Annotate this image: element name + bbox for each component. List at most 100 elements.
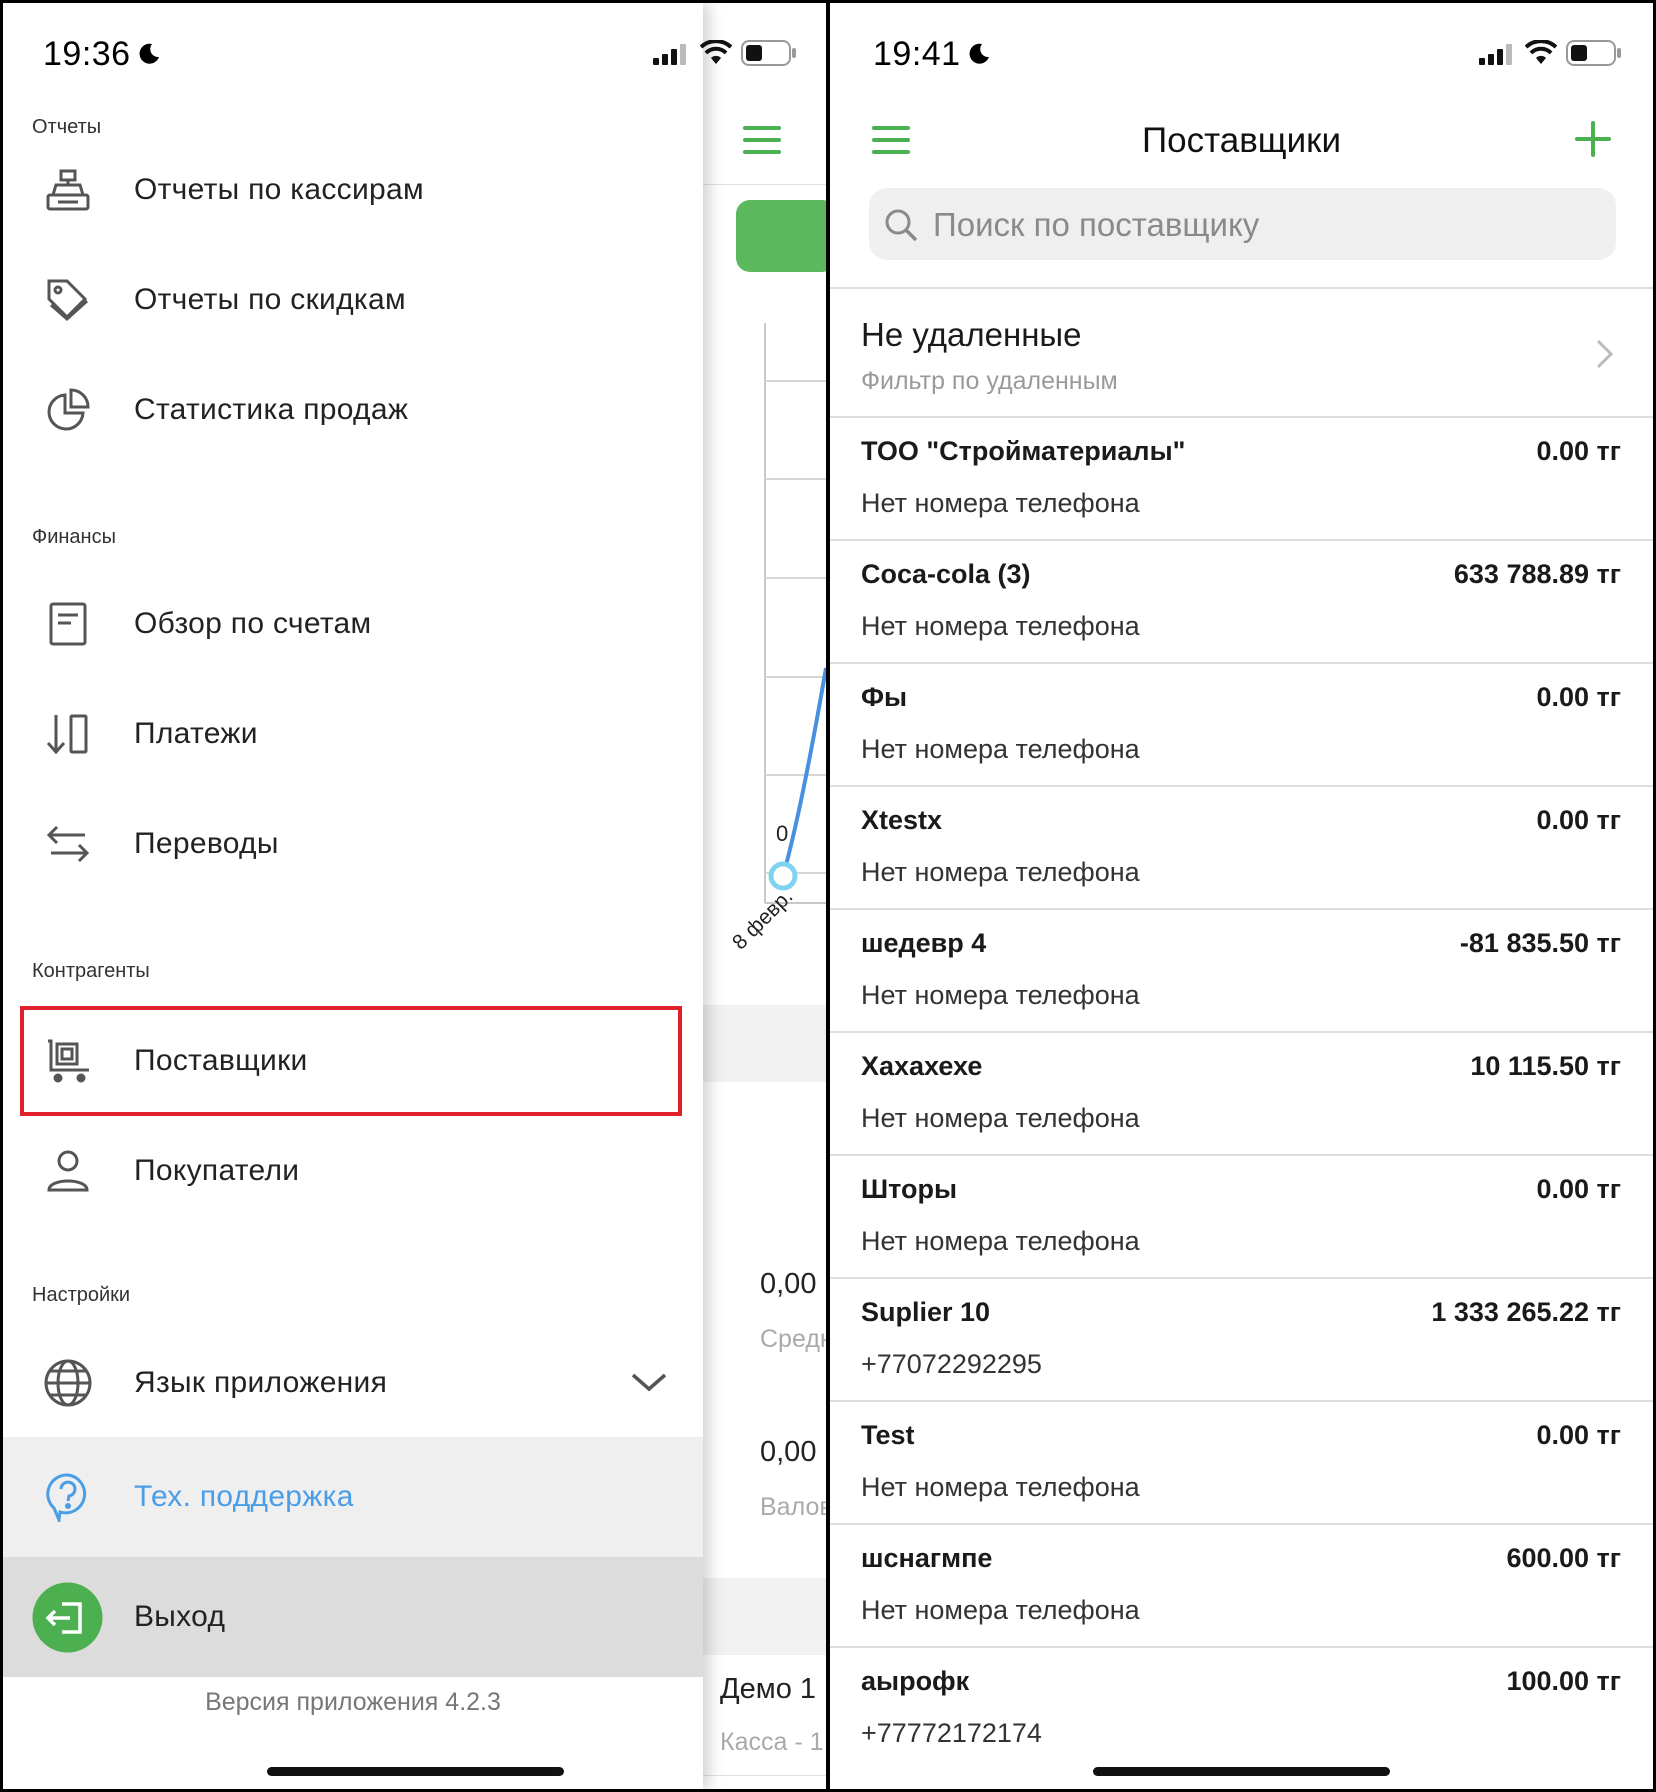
- supplier-name: Шторы: [861, 1174, 958, 1204]
- dashboard-behind-drawer: 0 8 февр. 0,00 Средн 0,00 Валов Демо 1 К…: [703, 3, 826, 1789]
- wifi-icon: [1525, 40, 1557, 64]
- sales-chart: [764, 323, 826, 904]
- logout-icon: [32, 1582, 103, 1653]
- average-label: Средн: [760, 1325, 826, 1353]
- filter-title: Не удаленные: [861, 316, 1082, 353]
- supplier-balance: 600.00 тг: [1506, 1543, 1621, 1573]
- supplier-row[interactable]: ТОО "Стройматериалы" 0.00 тг Нет номера …: [830, 418, 1653, 541]
- menu-item-sales-stats[interactable]: Статистика продаж: [3, 360, 703, 460]
- moon-icon: [969, 43, 989, 64]
- supplier-row[interactable]: Coca-cola (3) 633 788.89 тг Нет номера т…: [830, 541, 1653, 664]
- menu-label: Выход: [134, 1600, 226, 1633]
- green-action-button[interactable]: [736, 200, 826, 272]
- supplier-row[interactable]: Шторы 0.00 тг Нет номера телефона: [830, 1156, 1653, 1279]
- menu-item-support[interactable]: Тех. поддержка: [3, 1447, 703, 1547]
- chart-zero-label: 0: [776, 821, 789, 846]
- menu-item-cashier-reports[interactable]: Отчеты по кассирам: [3, 140, 703, 240]
- supplier-balance: 0.00 тг: [1536, 1174, 1621, 1204]
- menu-label: Обзор по счетам: [134, 607, 372, 640]
- right-screen: 19:41 Поставщики Поиск по поставщику Не …: [830, 3, 1653, 1789]
- page-title: Поставщики: [1141, 121, 1342, 160]
- signal-icon: [653, 44, 686, 65]
- menu-item-accounts-overview[interactable]: Обзор по счетам: [3, 574, 703, 674]
- supplier-row[interactable]: шснагмпе 600.00 тг Нет номера телефона: [830, 1525, 1653, 1648]
- left-screen: 0 8 февр. 0,00 Средн 0,00 Валов Демо 1 К…: [3, 3, 826, 1789]
- supplier-balance: 10 115.50 тг: [1470, 1051, 1621, 1081]
- section-reports: Отчеты: [32, 116, 102, 138]
- moon-icon: [139, 43, 159, 64]
- chevron-right-icon: [1596, 339, 1614, 369]
- menu-item-transfers[interactable]: Переводы: [3, 794, 703, 894]
- supplier-row[interactable]: Фы 0.00 тг Нет номера телефона: [830, 664, 1653, 787]
- wifi-icon: [700, 40, 732, 64]
- menu-label: Отчеты по скидкам: [134, 283, 406, 316]
- search-input[interactable]: Поиск по поставщику: [869, 188, 1616, 260]
- supplier-balance: 0.00 тг: [1536, 805, 1621, 835]
- highlight-frame: [20, 1006, 682, 1116]
- globe-icon: [43, 1358, 93, 1408]
- menu-item-discount-reports[interactable]: Отчеты по скидкам: [3, 250, 703, 350]
- supplier-balance: -81 835.50 тг: [1459, 928, 1621, 958]
- supplier-phone: Нет номера телефона: [861, 980, 1140, 1010]
- supplier-name: шедевр 4: [861, 928, 987, 958]
- supplier-row[interactable]: Хахахехе 10 115.50 тг Нет номера телефон…: [830, 1033, 1653, 1156]
- supplier-phone: Нет номера телефона: [861, 611, 1140, 641]
- status-time: 19:41: [873, 34, 961, 73]
- filter-subtitle: Фильтр по удаленным: [861, 367, 1118, 395]
- supplier-name: шснагмпе: [861, 1543, 993, 1573]
- app-version: Версия приложения 4.2.3: [205, 1688, 501, 1716]
- supplier-balance: 0.00 тг: [1536, 436, 1621, 466]
- menu-item-app-language[interactable]: Язык приложения: [3, 1333, 703, 1433]
- home-indicator[interactable]: [267, 1767, 564, 1776]
- supplier-phone: Нет номера телефона: [861, 734, 1140, 764]
- cash-register-icon: [43, 165, 93, 215]
- menu-label: Тех. поддержка: [134, 1480, 354, 1513]
- home-indicator[interactable]: [1093, 1767, 1390, 1776]
- menu-item-customers[interactable]: Покупатели: [3, 1121, 703, 1221]
- supplier-name: Xtestx: [861, 805, 943, 835]
- transfer-arrows-icon: [43, 819, 93, 869]
- menu-item-payments[interactable]: Платежи: [3, 684, 703, 784]
- supplier-name: Coca-cola (3): [861, 559, 1031, 589]
- menu-label: Платежи: [134, 717, 258, 750]
- supplier-row[interactable]: шедевр 4 -81 835.50 тг Нет номера телефо…: [830, 910, 1653, 1033]
- chevron-down-icon[interactable]: [630, 1367, 668, 1397]
- section-finance: Финансы: [32, 526, 116, 548]
- supplier-row[interactable]: Test 0.00 тг Нет номера телефона: [830, 1402, 1653, 1525]
- supplier-name: ТОО "Стройматериалы": [861, 436, 1186, 466]
- screenshot-stage: 0 8 февр. 0,00 Средн 0,00 Валов Демо 1 К…: [0, 0, 1656, 1792]
- search-icon: [885, 209, 918, 242]
- supplier-phone: Нет номера телефона: [861, 1472, 1140, 1502]
- payments-icon: [43, 709, 93, 759]
- menu-label: Переводы: [134, 827, 279, 860]
- supplier-name: Suplier 10: [861, 1297, 991, 1327]
- search-placeholder: Поиск по поставщику: [933, 206, 1260, 243]
- supplier-phone: +77772172174: [861, 1718, 1042, 1748]
- menu-item-logout[interactable]: Выход: [3, 1567, 703, 1667]
- supplier-row[interactable]: Suplier 10 1 333 265.22 тг +77072292295: [830, 1279, 1653, 1402]
- add-supplier-button[interactable]: [1575, 121, 1611, 157]
- supplier-phone: Нет номера телефона: [861, 488, 1140, 518]
- help-bubble-icon: [43, 1472, 93, 1522]
- supplier-balance: 0.00 тг: [1536, 682, 1621, 712]
- supplier-phone: Нет номера телефона: [861, 1595, 1140, 1625]
- supplier-name: Хахахехе: [861, 1051, 983, 1081]
- status-bar: 19:41: [873, 29, 1273, 79]
- menu-icon[interactable]: [743, 125, 781, 155]
- supplier-row[interactable]: аырофк 100.00 тг +77772172174: [830, 1648, 1653, 1771]
- supplier-balance: 1 333 265.22 тг: [1431, 1297, 1621, 1327]
- menu-label: Отчеты по кассирам: [134, 173, 424, 206]
- status-time: 19:36: [43, 34, 131, 73]
- supplier-row[interactable]: Xtestx 0.00 тг Нет номера телефона: [830, 787, 1653, 910]
- battery-icon: [1566, 40, 1621, 66]
- menu-label: Статистика продаж: [134, 393, 409, 426]
- supplier-phone: +77072292295: [861, 1349, 1042, 1379]
- supplier-phone: Нет номера телефона: [861, 1103, 1140, 1133]
- menu-label: Язык приложения: [134, 1366, 388, 1399]
- gross-value: 0,00: [760, 1436, 817, 1468]
- section-settings: Настройки: [32, 1284, 131, 1306]
- cashbox-title[interactable]: Демо 1: [720, 1673, 816, 1706]
- cashbox-subtitle: Касса - 1: [720, 1728, 824, 1756]
- gross-label: Валов: [760, 1493, 826, 1521]
- supplier-name: Фы: [861, 682, 908, 712]
